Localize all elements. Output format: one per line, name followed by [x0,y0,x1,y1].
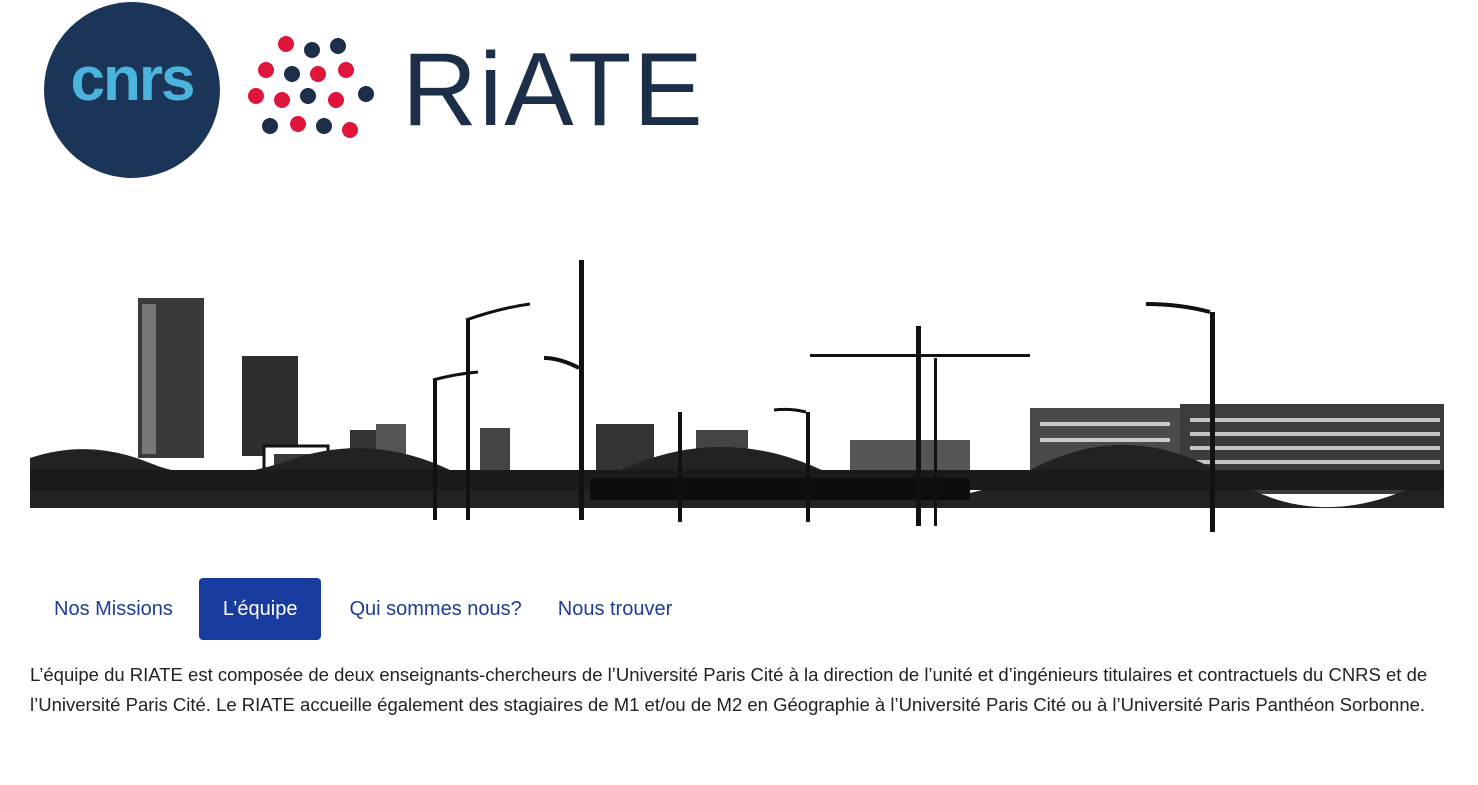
cityscape-illustration [30,208,1444,542]
tab-qui-sommes-nous[interactable]: Qui sommes nous? [331,578,539,640]
site-header: cnrs RiATE [0,0,1478,190]
tab-nos-missions[interactable]: Nos Missions [36,578,191,640]
riate-dots-icon [248,36,374,138]
section-nav: Nos Missions L’équipe Qui sommes nous? N… [36,578,690,640]
riate-logo-text[interactable]: RiATE [402,30,705,150]
cnrs-logo[interactable]: cnrs [44,2,220,178]
banner-image [30,208,1444,542]
tab-lequipe[interactable]: L’équipe [198,578,322,640]
team-description: L’équipe du RIATE est composée de deux e… [30,664,1428,715]
tab-nous-trouver[interactable]: Nous trouver [540,578,691,640]
cnrs-logo-text: cnrs [71,45,194,114]
